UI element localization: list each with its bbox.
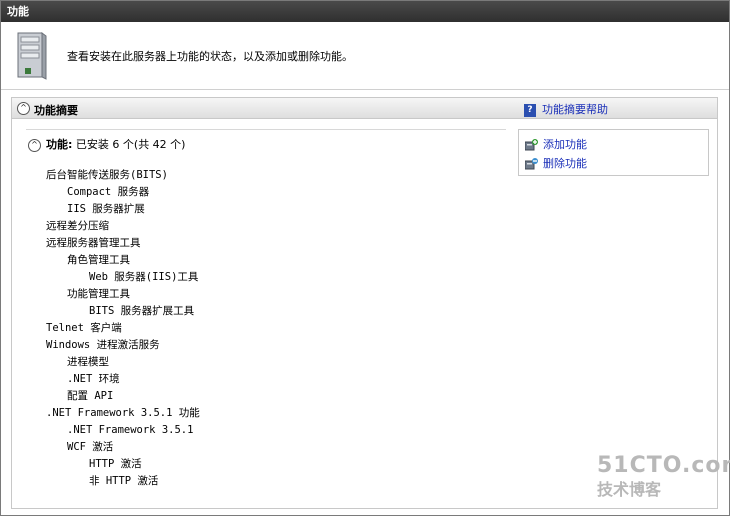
feature-item: Compact 服务器 (67, 186, 150, 198)
add-feature-icon (525, 139, 538, 151)
features-summary-body: ^ 功能: 已安装 6 个(共 42 个) 后台智能传送服务(BITS) Compa… (11, 119, 718, 509)
feature-item: 功能管理工具 (67, 288, 130, 300)
features-label: 功能: (46, 138, 73, 151)
intro-panel: 查看安装在此服务器上功能的状态，以及添加或删除功能。 (1, 22, 729, 90)
collapse-features-button[interactable]: ^ (28, 138, 41, 152)
divider (26, 129, 506, 130)
add-features-label: 添加功能 (543, 138, 587, 151)
add-features-link[interactable]: 添加功能 (525, 136, 587, 152)
features-header: ^ 功能: 已安装 6 个(共 42 个) (28, 136, 185, 152)
feature-item: HTTP 激活 (89, 458, 142, 470)
feature-item: IIS 服务器扩展 (67, 203, 145, 215)
server-icon (17, 32, 47, 80)
intro-text: 查看安装在此服务器上功能的状态，以及添加或删除功能。 (67, 50, 353, 63)
feature-item: Windows 进程激活服务 (46, 339, 160, 351)
feature-item: .NET Framework 3.5.1 (67, 424, 194, 436)
feature-item: 后台智能传送服务(BITS) (46, 169, 168, 181)
features-count: 已安装 6 个(共 42 个) (75, 138, 186, 151)
remove-features-link[interactable]: 删除功能 (525, 155, 587, 171)
watermark: 51CTO.com 技术博客 (597, 453, 730, 500)
collapse-section-button[interactable]: ^ (17, 102, 30, 115)
features-window: 功能 查看安装在此服务器上功能的状态，以及添加或删除功能。 ^ 功能摘要 ? 功能… (0, 0, 730, 516)
title-bar: 功能 (1, 1, 729, 22)
feature-item: .NET Framework 3.5.1 功能 (46, 407, 200, 419)
section-title: 功能摘要 (34, 104, 78, 117)
installed-features-list: 后台智能传送服务(BITS) Compact 服务器 IIS 服务器扩展远程差分压缩… (46, 167, 200, 490)
feature-item: Web 服务器(IIS)工具 (89, 271, 199, 283)
feature-item: 远程服务器管理工具 (46, 237, 141, 249)
watermark-line2: 技术博客 (597, 480, 662, 499)
feature-item: 进程模型 (67, 356, 109, 368)
window-title: 功能 (7, 5, 29, 18)
feature-item: .NET 环境 (67, 373, 120, 385)
remove-features-label: 删除功能 (543, 157, 587, 170)
help-link-label: 功能摘要帮助 (542, 103, 608, 116)
watermark-line1: 51CTO.com (597, 453, 730, 478)
features-summary-header: ^ 功能摘要 ? 功能摘要帮助 (11, 97, 718, 119)
feature-item: 配置 API (67, 390, 114, 402)
remove-feature-icon (525, 158, 538, 170)
feature-item: BITS 服务器扩展工具 (89, 305, 195, 317)
help-icon: ? (524, 103, 536, 117)
feature-item: 角色管理工具 (67, 254, 130, 266)
tasks-panel: 添加功能 删除功能 (518, 129, 709, 176)
feature-item: 非 HTTP 激活 (89, 475, 159, 487)
feature-item: 远程差分压缩 (46, 220, 109, 232)
feature-item: WCF 激活 (67, 441, 114, 453)
feature-item: Telnet 客户端 (46, 322, 122, 334)
features-summary-help-link[interactable]: ? 功能摘要帮助 (524, 101, 608, 117)
